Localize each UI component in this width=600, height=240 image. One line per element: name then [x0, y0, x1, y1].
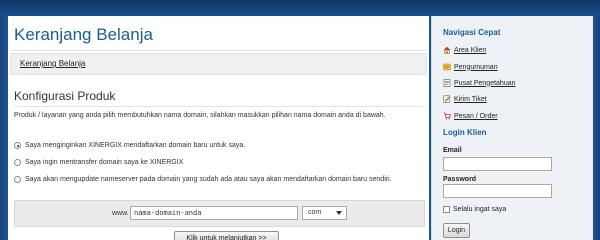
login-button[interactable]: Login — [443, 223, 470, 238]
sidebar-item-order[interactable]: Pesan / Order — [443, 112, 498, 120]
www-prefix: www. — [112, 210, 129, 217]
radio-own-nameserver[interactable] — [14, 176, 21, 183]
tld-select[interactable]: .com — [302, 206, 347, 220]
announcement-icon — [443, 63, 451, 71]
sidebar-item-label: Pengumuman — [454, 63, 498, 71]
password-field[interactable] — [443, 184, 552, 198]
sidebar-item-label: Kirim Tiket — [454, 95, 487, 103]
sidebar-item-label: Area Klien — [454, 46, 487, 54]
option-label: Saya ingin mentransfer domain saya ke XI… — [25, 159, 184, 166]
sidebar-item-label: Pusat Pengetahuan — [454, 79, 516, 87]
sidebar: Navigasi Cepat Area Klien Pengumuman Pus… — [431, 16, 593, 240]
domain-entry-panel: www. nama-domain-anda .com — [14, 200, 425, 227]
radio-transfer[interactable] — [14, 159, 21, 166]
sidebar-item-knowledgebase[interactable]: Pusat Pengetahuan — [443, 79, 516, 87]
main-content: Keranjang Belanja Keranjang Belanja Konf… — [8, 16, 429, 240]
section-title: Konfigurasi Produk — [14, 89, 116, 103]
email-field[interactable] — [443, 157, 552, 171]
home-icon — [443, 46, 451, 54]
sidebar-item-label: Pesan / Order — [454, 112, 498, 120]
sidebar-item-announcements[interactable]: Pengumuman — [443, 63, 498, 71]
email-label: Email — [443, 147, 462, 154]
remember-me-checkbox[interactable] — [443, 206, 450, 213]
sidebar-item-client-area[interactable]: Area Klien — [443, 46, 486, 54]
password-label: Password — [443, 176, 477, 183]
continue-button[interactable]: Klik untuk melanjutkan >> — [174, 231, 279, 240]
remember-me[interactable]: Selalu ingat saya — [443, 206, 506, 213]
remember-me-label: Selalu ingat saya — [453, 206, 507, 213]
chevron-down-icon — [336, 211, 342, 215]
intro-text: Produk / layanan yang anda pilih membutu… — [14, 112, 386, 119]
option-use-own-nameserver[interactable]: Saya akan mengupdate nameserver pada dom… — [14, 176, 392, 183]
section-divider — [14, 106, 425, 107]
domain-name-input[interactable]: nama-domain-anda — [130, 206, 298, 220]
top-banner — [0, 0, 600, 16]
knowledgebase-icon — [443, 79, 451, 87]
quick-nav-title: Navigasi Cepat — [443, 28, 501, 37]
order-icon — [443, 112, 452, 120]
page-title: Keranjang Belanja — [14, 25, 153, 44]
breadcrumb-link-cart[interactable]: Keranjang Belanja — [20, 59, 85, 68]
option-register-new-domain[interactable]: Saya menginginkan XINERGIX mendaftarkan … — [14, 142, 245, 149]
option-label: Saya akan mengupdate nameserver pada dom… — [25, 176, 392, 183]
ticket-icon — [443, 95, 451, 103]
option-label: Saya menginginkan XINERGIX mendaftarkan … — [25, 142, 246, 149]
breadcrumb: Keranjang Belanja — [10, 53, 427, 75]
radio-register-new[interactable] — [14, 142, 21, 149]
client-login-title: Login Klien — [443, 128, 487, 137]
tld-selected-value: .com — [306, 209, 322, 216]
option-transfer-domain[interactable]: Saya ingin mentransfer domain saya ke XI… — [14, 159, 183, 166]
title-divider — [10, 50, 427, 51]
sidebar-item-submit-ticket[interactable]: Kirim Tiket — [443, 95, 487, 103]
